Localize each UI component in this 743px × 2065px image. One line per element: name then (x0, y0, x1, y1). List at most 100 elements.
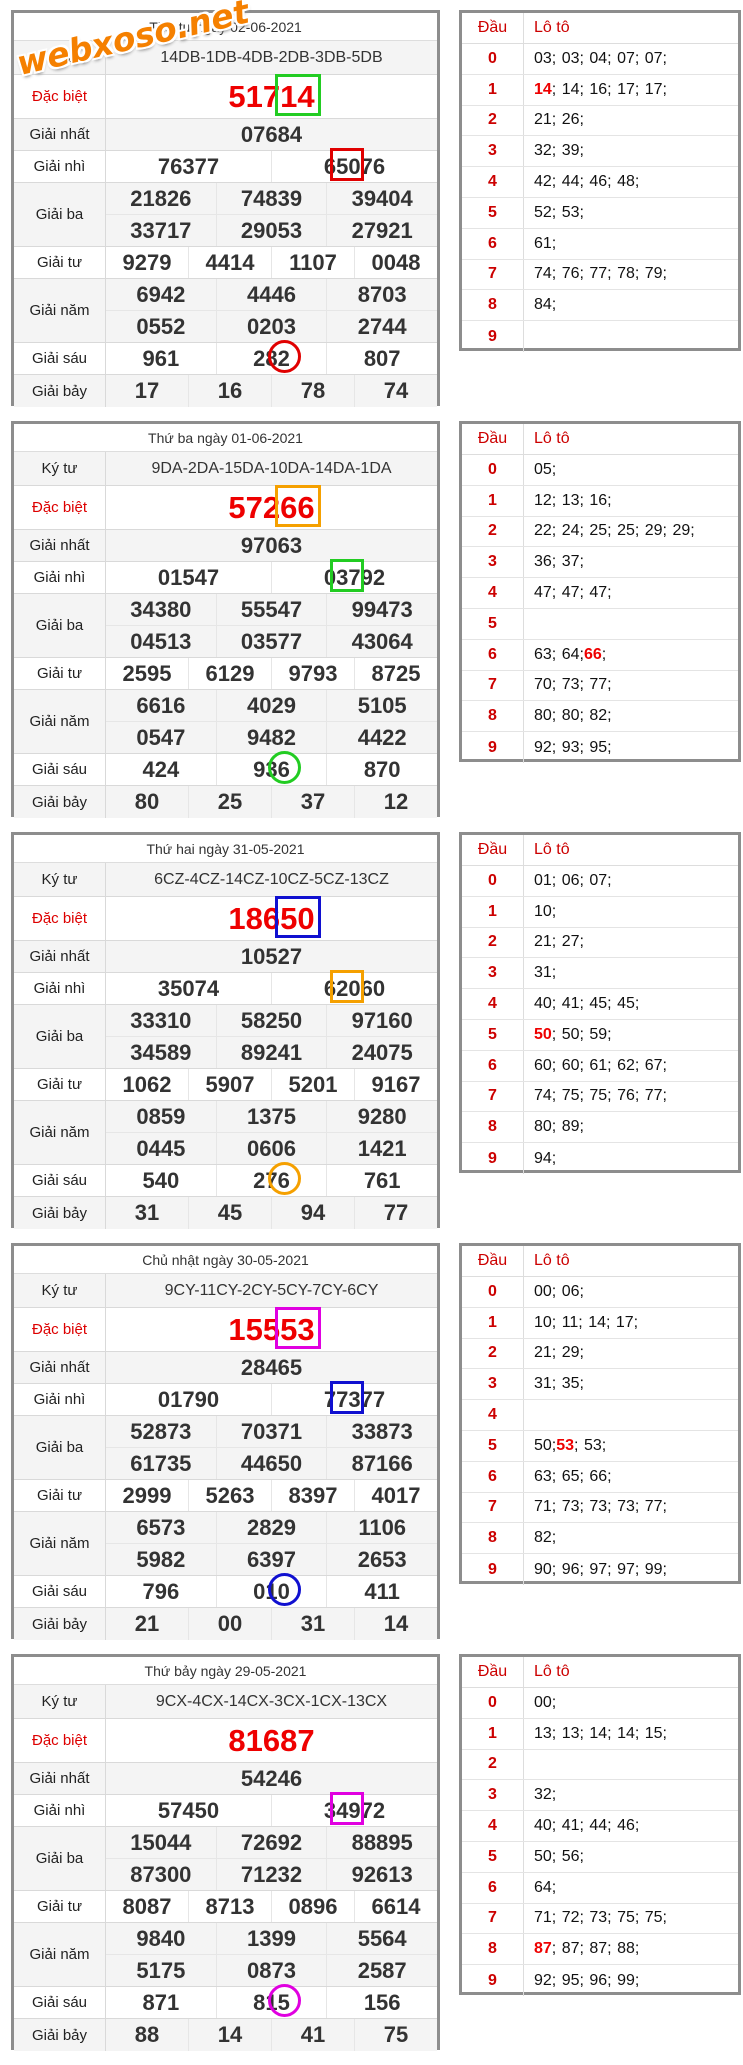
value-row: 10527 (106, 941, 437, 972)
loto-highlight: 14 (534, 80, 552, 98)
loto-head-digit: 4 (462, 578, 524, 608)
value-row: 2999 5263 8397 4017 (106, 1480, 437, 1511)
loto-head-digit: 6 (462, 228, 524, 259)
values: 01547 03792 (106, 562, 437, 593)
third-prize-number: 74839 (217, 183, 328, 214)
loto-row: 4 (462, 1400, 738, 1431)
values: 2999 5263 8397 4017 (106, 1480, 437, 1511)
row-dac-biet: Đặc biệt 51714 (14, 75, 437, 119)
fifth-prize-number: 9482 (217, 722, 328, 753)
loto-numbers: 03; 03; 04; 07; 07; (524, 44, 738, 74)
loto-highlight: 66 (583, 645, 602, 663)
loto-head-digit: 6 (462, 1872, 524, 1903)
value-row: 51714 (106, 75, 437, 118)
loto-post: 21; 29; (534, 1344, 584, 1362)
fifth-prize-number: 0203 (217, 311, 328, 342)
values: 9DA-2DA-15DA-10DA-14DA-1DA (106, 452, 437, 485)
fourth-prize-number: 5201 (272, 1069, 355, 1100)
seventh-prize-number: 37 (272, 786, 355, 818)
seventh-prize-number: 94 (272, 1197, 355, 1229)
special-last-two-box (275, 74, 321, 116)
loto-numbers: 05; (524, 455, 738, 485)
header-loto: Lô tô (534, 1663, 570, 1680)
loto-head-digit: 3 (462, 136, 524, 167)
loto-post: 01; 06; 07; (534, 871, 612, 889)
seventh-prize-number: 16 (189, 375, 272, 407)
third-prize-number: 71232 (217, 1859, 328, 1890)
row-ky-tu: Ký tư 9CY-11CY-2CY-5CY-7CY-6CY (14, 1274, 437, 1308)
second-prize-number: 01790 (106, 1384, 272, 1415)
loto-table: Đầu Lô tô 0 01; 06; 07; 1 10; 2 21; 27; 3 31; 4 40;… (459, 832, 741, 1174)
loto-head-digit: 1 (462, 1718, 524, 1749)
loto-post: 71; 72; 73; 75; 75; (534, 1909, 667, 1927)
fifth-prize-number: 5982 (106, 1544, 217, 1575)
loto-numbers: 71; 72; 73; 75; 75; (524, 1904, 738, 1934)
loto-post: 71; 73; 73; 73; 77; (534, 1498, 667, 1516)
loto-head-digit: 6 (462, 639, 524, 670)
loto-table: Đầu Lô tô 0 00; 1 13; 13; 14; 14; 15; 2 3 32; 4 40… (459, 1654, 741, 1996)
loto-row: 2 21; 29; (462, 1338, 738, 1370)
label-giai-bay: Giải bảy (14, 1608, 106, 1640)
loto-post: 47; 47; 47; (534, 584, 612, 602)
loto-numbers: 60; 60; 61; 62; 67; (524, 1051, 738, 1081)
values: 21 00 31 14 (106, 1608, 437, 1640)
value-row: 31 45 94 77 (106, 1197, 437, 1229)
loto-row: 5 50; 56; (462, 1841, 738, 1873)
third-prize-number: 15044 (106, 1827, 217, 1858)
loto-numbers: 00; 06; (524, 1277, 738, 1307)
loto-row: 3 32; (462, 1780, 738, 1812)
seventh-prize-number: 88 (106, 2019, 189, 2051)
row-giai-ba: Giải ba 21826 74839 39404 33717 29053 27921 (14, 183, 437, 247)
row-giai-nam: Giải năm 0859 1375 9280 0445 0606 1421 (14, 1101, 437, 1165)
second-prize-highlight-box (330, 970, 364, 1003)
loto-head-digit: 0 (462, 1688, 524, 1718)
loto-numbers: 80; 80; 82; (524, 701, 738, 731)
values: 15553 (106, 1308, 437, 1351)
row-giai-nhat: Giải nhất 07684 (14, 119, 437, 151)
fourth-prize-number: 9167 (371, 1071, 421, 1097)
label-giai-nhat: Giải nhất (14, 530, 106, 561)
loto-post: 31; 35; (534, 1375, 584, 1393)
values: 76377 65076 (106, 151, 437, 182)
loto-head-digit: 9 (462, 732, 524, 763)
loto-post: 03; 03; 04; 07; 07; (534, 49, 667, 67)
value-row: 9279 4414 1107 0048 (106, 247, 437, 278)
loto-numbers (524, 1750, 738, 1780)
loto-numbers (524, 1400, 738, 1430)
third-prize-number: 92613 (351, 1861, 413, 1887)
sixth-prize-number: 807 (363, 345, 401, 371)
row-dac-biet: Đặc biệt 57266 (14, 486, 437, 530)
loto-numbers: 63; 65; 66; (524, 1462, 738, 1492)
fourth-prize-number: 4414 (189, 247, 272, 278)
loto-post: 74; 76; 77; 78; 79; (534, 265, 667, 283)
second-prize-highlight-box (330, 148, 364, 181)
sixth-prize-number: 961 (106, 343, 217, 374)
seventh-prize-number: 31 (272, 1608, 355, 1640)
fifth-prize-number: 6397 (217, 1544, 328, 1575)
loto-row: 1 10; 11; 14; 17; (462, 1307, 738, 1339)
header-loto: Lô tô (534, 1252, 570, 1269)
third-prize-number: 03577 (217, 626, 328, 657)
loto-head-digit: 4 (462, 167, 524, 197)
seventh-prize-number: 21 (106, 1608, 189, 1640)
loto-post: 10; (534, 902, 557, 920)
value-row: 17 16 78 74 (106, 375, 437, 407)
seventh-prize-number: 45 (189, 1197, 272, 1229)
label-giai-sau: Giải sáu (14, 1165, 106, 1196)
loto-numbers: 84; (524, 290, 738, 320)
loto-post: 12; 13; 16; (534, 491, 612, 509)
values: 0859 1375 9280 0445 0606 1421 (106, 1101, 437, 1164)
row-giai-sau: Giải sáu 796 010 411 (14, 1576, 437, 1608)
fourth-prize-number: 4017 (371, 1482, 421, 1508)
loto-row: 9 90; 96; 97; 97; 99; (462, 1554, 738, 1585)
loto-post: ; 87; 87; 88; (551, 1940, 640, 1958)
fifth-prize-number: 4446 (217, 279, 328, 310)
loto-head-digit: 5 (462, 1430, 524, 1461)
fifth-prize-number: 0445 (106, 1133, 217, 1164)
row-giai-nhi: Giải nhì 76377 65076 (14, 151, 437, 183)
sixth-prize-highlight-circle (268, 1984, 301, 2017)
loto-row: 3 36; 37; (462, 547, 738, 579)
row-giai-nam: Giải năm 6573 2829 1106 5982 6397 2653 (14, 1512, 437, 1576)
loto-row: 0 00; (462, 1688, 738, 1719)
loto-row: 9 92; 93; 95; (462, 732, 738, 763)
